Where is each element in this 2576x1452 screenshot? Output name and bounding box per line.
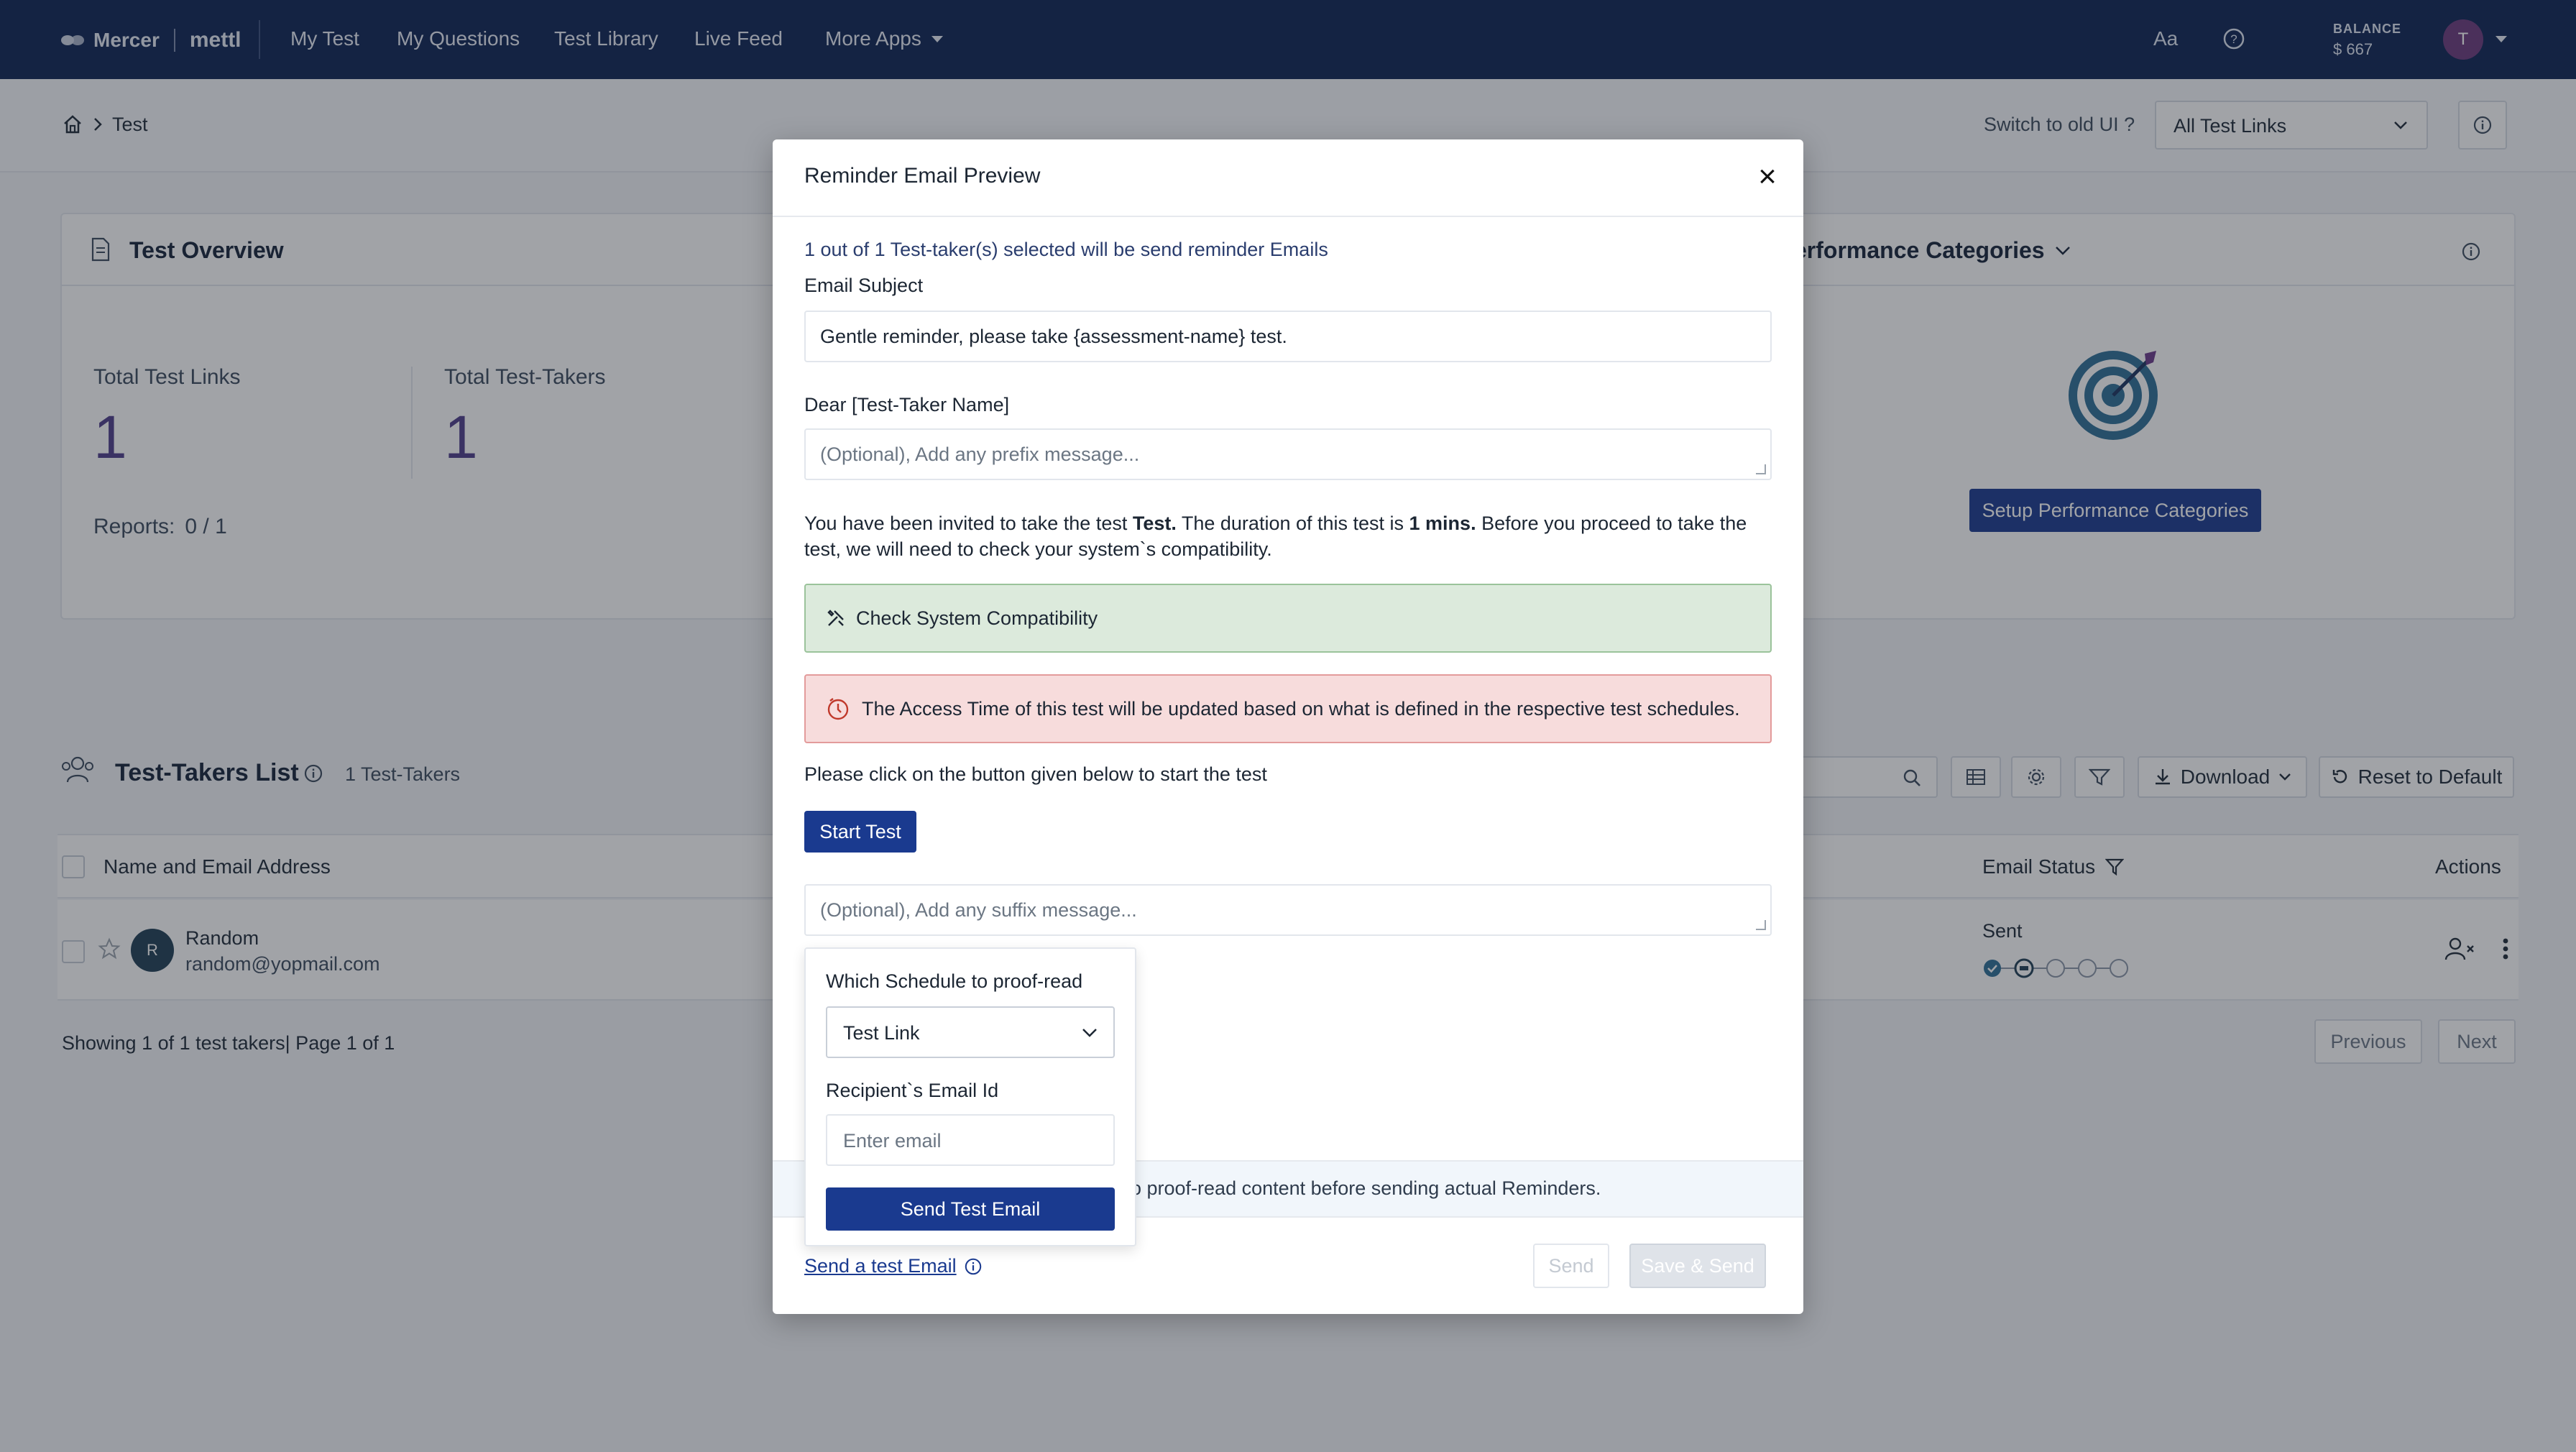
suffix-message-placeholder: (Optional), Add any suffix message... [820, 899, 1137, 921]
recipient-email-input[interactable]: Enter email [826, 1114, 1115, 1166]
timer-icon [827, 698, 849, 720]
proof-read-notice-text: o proof-read content before sending actu… [1131, 1177, 1601, 1199]
close-icon[interactable]: × [1752, 161, 1783, 193]
prefix-message-placeholder: (Optional), Add any prefix message... [820, 443, 1140, 465]
suffix-message-textarea[interactable]: (Optional), Add any suffix message... [804, 884, 1772, 936]
resize-handle-icon[interactable] [1756, 464, 1766, 474]
send-button[interactable]: Send [1533, 1244, 1609, 1288]
save-and-send-button[interactable]: Save & Send [1629, 1244, 1766, 1288]
selection-info: 1 out of 1 Test-taker(s) selected will b… [804, 239, 1328, 260]
resize-handle-icon[interactable] [1756, 920, 1766, 930]
recipient-email-placeholder: Enter email [843, 1130, 942, 1152]
para-part-b: The duration of this test is [1176, 513, 1409, 534]
email-subject-value: Gentle reminder, please take {assessment… [820, 325, 1287, 347]
tools-icon [827, 610, 844, 626]
recipient-email-label: Recipient`s Email Id [826, 1080, 999, 1101]
greeting-text: Dear [Test-Taker Name] [804, 394, 1010, 415]
email-subject-label: Email Subject [804, 275, 924, 296]
start-instruction: Please click on the button given below t… [804, 763, 1267, 785]
modal-title: Reminder Email Preview [804, 164, 1041, 188]
send-test-email-button[interactable]: Send Test Email [826, 1187, 1115, 1231]
send-test-email-link[interactable]: Send a test Email [804, 1255, 983, 1277]
schedule-select-value: Test Link [843, 1022, 920, 1044]
schedule-select[interactable]: Test Link [826, 1006, 1115, 1058]
prefix-message-textarea[interactable]: (Optional), Add any prefix message... [804, 428, 1772, 480]
start-test-button[interactable]: Start Test [804, 811, 916, 853]
reminder-email-preview-modal: Reminder Email Preview × 1 out of 1 Test… [773, 139, 1803, 1314]
send-test-email-popover: Which Schedule to proof-read Test Link R… [804, 947, 1136, 1246]
check-system-compatibility-box[interactable]: Check System Compatibility [804, 584, 1772, 653]
para-duration: 1 mins. [1409, 513, 1476, 534]
para-test-name: Test. [1132, 513, 1177, 534]
access-time-notice: The Access Time of this test will be upd… [804, 674, 1772, 743]
chevron-down-icon [1082, 1029, 1097, 1037]
email-subject-input[interactable]: Gentle reminder, please take {assessment… [804, 311, 1772, 362]
access-time-text: The Access Time of this test will be upd… [862, 697, 1740, 720]
info-icon [965, 1258, 981, 1274]
send-test-email-link-label: Send a test Email [804, 1255, 957, 1277]
schedule-label: Which Schedule to proof-read [826, 970, 1083, 992]
para-part-a: You have been invited to take the test [804, 513, 1133, 534]
check-compatibility-label: Check System Compatibility [856, 607, 1098, 629]
invitation-paragraph: You have been invited to take the test T… [804, 510, 1775, 562]
